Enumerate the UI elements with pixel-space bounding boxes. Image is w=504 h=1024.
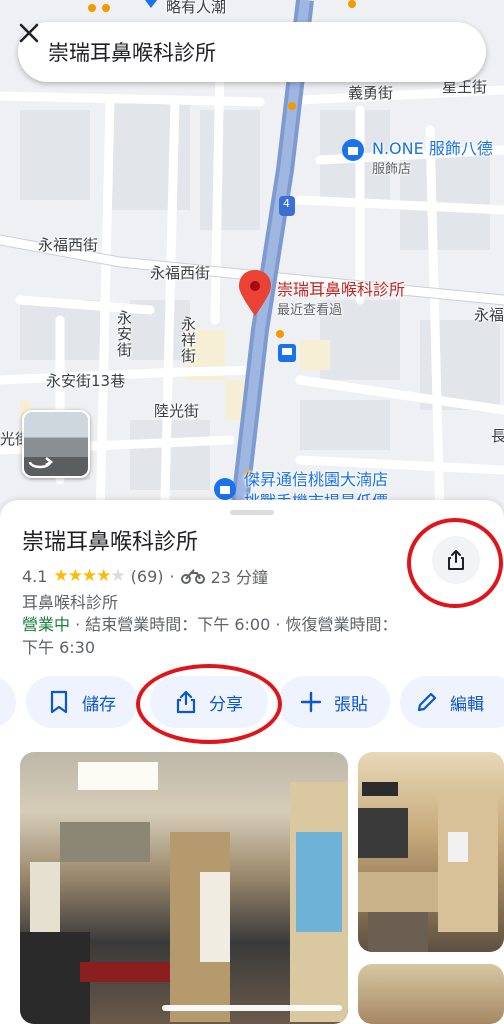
map-poi-bottom-store[interactable]: 傑昇通信桃園大湳店: [244, 466, 388, 490]
paste-button[interactable]: 張貼: [278, 676, 390, 728]
clinic-room-photo: [358, 782, 498, 952]
edit-label: 編輯: [450, 694, 484, 715]
close-icon[interactable]: [19, 23, 464, 66]
map-label-yongan: 永安街: [115, 310, 133, 358]
map-poi-store-type: 服飾店: [372, 162, 412, 177]
save-label: 儲存: [82, 694, 116, 715]
drag-handle[interactable]: [230, 510, 274, 515]
map-selected-poi-recent: 最近查看過: [277, 303, 343, 318]
motorcycle-icon: [180, 569, 205, 584]
place-sheet: 崇瑞耳鼻喉科診所 4.1 ★★★★★ (69) · 23 分鐘 耳鼻喉科診所 營…: [0, 500, 504, 1024]
map-label-right-edge-2: 長: [489, 428, 504, 444]
map-label-yiyong: 義勇街: [348, 84, 394, 102]
clinic-interior-photo: [20, 762, 348, 1024]
pencil-icon: [417, 692, 437, 712]
share-icon-button[interactable]: [432, 536, 480, 584]
map-label-yongfu-west-1: 永福西街: [38, 236, 99, 254]
map-label-yongfu-west-2: 永福西街: [150, 264, 211, 282]
map-label-right-edge-1: 永福: [474, 306, 504, 324]
map-view[interactable]: 略有人潮 義勇街 星王街 N.ONE 服飾八德 服飾店 4 永福西街 永福西街 …: [0, 0, 504, 520]
map-label-luguang: 陸光街: [154, 402, 200, 420]
search-query[interactable]: 崇瑞耳鼻喉科診所: [48, 37, 436, 67]
edit-button[interactable]: 編輯: [400, 676, 504, 728]
opening-hours[interactable]: 營業中 · 結束營業時間：下午 6:00 · 恢復營業時間：下午 6:30: [22, 613, 412, 659]
open-status: 營業中: [22, 615, 71, 634]
map-label-top: 略有人潮: [166, 0, 227, 16]
search-bar[interactable]: 崇瑞耳鼻喉科診所: [18, 22, 486, 82]
maps-app: 略有人潮 義勇街 星王街 N.ONE 服飾八德 服飾店 4 永福西街 永福西街 …: [0, 0, 504, 1024]
share-icon: [448, 550, 464, 570]
home-indicator: [162, 1005, 342, 1011]
plus-icon: [300, 691, 322, 713]
place-title: 崇瑞耳鼻喉科診所: [22, 530, 199, 555]
photo-side-1[interactable]: [358, 752, 504, 952]
rating-row[interactable]: 4.1 ★★★★★ (69) · 23 分鐘: [22, 564, 268, 588]
paste-label: 張貼: [334, 694, 368, 715]
separator-dot: ·: [169, 566, 175, 586]
photo-gallery[interactable]: [0, 752, 504, 1024]
photo-main[interactable]: [20, 752, 348, 1024]
map-label-yongan13: 永安街13巷: [46, 372, 126, 390]
partial-chip[interactable]: [0, 676, 16, 728]
share-label: 分享: [209, 694, 243, 715]
rating-value: 4.1: [22, 566, 48, 586]
street-view-rotate-icon: [28, 457, 54, 469]
share-icon: [176, 690, 196, 714]
map-label-yongxiang: 永祥街: [179, 316, 197, 364]
hours-detail: · 結束營業時間：下午 6:00 · 恢復營業時間：下午 6:30: [22, 615, 398, 657]
travel-time: 23 分鐘: [210, 568, 269, 587]
photo-side-2[interactable]: [358, 964, 504, 1024]
map-poi-store-name[interactable]: N.ONE 服飾八德: [372, 135, 493, 159]
review-count: (69): [130, 566, 164, 586]
road-shield-number: 4: [283, 197, 290, 210]
share-button[interactable]: 分享: [150, 676, 268, 728]
street-view-thumbnail[interactable]: [22, 410, 90, 478]
map-selected-poi-name[interactable]: 崇瑞耳鼻喉科診所: [277, 276, 405, 300]
bookmark-icon: [50, 690, 68, 714]
place-category: 耳鼻喉科診所: [22, 593, 119, 612]
action-chips: 儲存 分享 張貼 編輯: [0, 676, 504, 730]
star-rating: ★★★★★: [53, 566, 125, 586]
save-button[interactable]: 儲存: [26, 676, 138, 728]
